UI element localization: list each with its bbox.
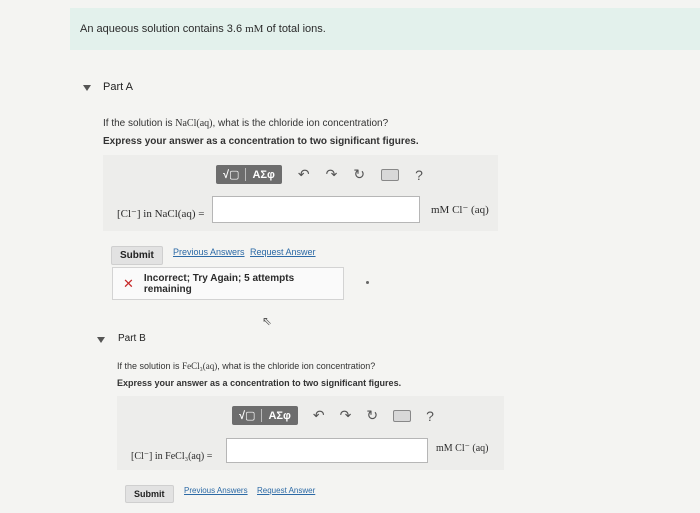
mouse-cursor-icon: ⇖ <box>262 314 273 328</box>
part-a-question-suffix: , what is the chloride ion concentration… <box>212 118 389 129</box>
keyboard-icon[interactable] <box>381 168 400 181</box>
part-b-answer-input[interactable] <box>226 438 428 463</box>
part-a-templates-button[interactable]: √▢ ΑΣφ <box>216 165 282 184</box>
undo-icon[interactable]: ↶ <box>298 166 310 183</box>
part-b-math-toolbar: √▢ ΑΣφ ↶ ↷ ↻ ? <box>232 406 434 425</box>
greek-symbols-icon: ΑΣφ <box>268 409 291 422</box>
part-a-instruction: Express your answer as a concentration t… <box>103 136 419 147</box>
redo-icon[interactable]: ↷ <box>326 166 338 183</box>
undo-icon[interactable]: ↶ <box>313 407 325 424</box>
part-a-answer-input[interactable] <box>212 196 420 223</box>
part-b-equation-label: [Cl⁻] in FeCl₃(aq) = <box>131 451 213 462</box>
part-b-instruction: Express your answer as a concentration t… <box>117 378 402 388</box>
part-b-units: mM Cl⁻ (aq) <box>436 443 489 454</box>
toolbar-separator <box>245 168 247 181</box>
keyboard-icon[interactable] <box>393 409 412 422</box>
problem-statement: An aqueous solution contains 3.6 mM of t… <box>70 8 700 50</box>
part-a-math-toolbar: √▢ ΑΣφ ↶ ↷ ↻ ? <box>216 165 423 184</box>
help-icon[interactable]: ? <box>415 167 423 183</box>
root-template-icon: √▢ <box>223 169 240 181</box>
problem-text-suffix: of total ions. <box>266 23 326 35</box>
part-a-question-prefix: If the solution is <box>103 118 173 129</box>
reset-icon[interactable]: ↻ <box>366 407 378 424</box>
reset-icon[interactable]: ↻ <box>353 166 365 183</box>
part-a-units: mM Cl⁻ (aq) <box>431 204 489 216</box>
part-b-compound: FeCl₃(aq) <box>182 361 218 371</box>
part-a-title: Part A <box>103 81 133 93</box>
part-b-question-suffix: , what is the chloride ion concentration… <box>217 361 376 371</box>
help-icon[interactable]: ? <box>426 408 434 424</box>
part-b-question-prefix: If the solution is <box>117 361 180 371</box>
part-a-compound: NaCl(aq) <box>175 118 213 129</box>
problem-unit: mM <box>245 23 264 35</box>
part-b-previous-answers-link[interactable]: Previous Answers <box>184 486 248 495</box>
part-a-feedback-text: Incorrect; Try Again; 5 attempts remaini… <box>143 272 295 295</box>
stray-dot <box>366 281 369 284</box>
problem-text-prefix: An aqueous solution contains 3.6 <box>80 23 243 35</box>
toolbar-separator <box>261 409 263 422</box>
part-b-collapse-icon[interactable] <box>97 337 105 343</box>
part-a-request-answer-link[interactable]: Request Answer <box>250 247 316 257</box>
part-a-question: If the solution is NaCl(aq), what is the… <box>103 118 388 129</box>
redo-icon[interactable]: ↷ <box>340 407 352 424</box>
part-a-equation-label: [Cl⁻] in NaCl(aq) = <box>117 208 205 220</box>
part-a-collapse-icon[interactable] <box>83 85 91 91</box>
part-b-request-answer-link[interactable]: Request Answer <box>257 486 315 495</box>
root-template-icon: √▢ <box>239 410 256 422</box>
part-b-title: Part B <box>118 333 146 344</box>
incorrect-x-icon: ✕ <box>123 275 134 291</box>
part-a-submit-button[interactable]: Submit <box>111 246 163 265</box>
part-b-question: If the solution is FeCl₃(aq), what is th… <box>117 361 375 371</box>
greek-symbols-icon: ΑΣφ <box>252 168 275 181</box>
part-b-templates-button[interactable]: √▢ ΑΣφ <box>232 406 298 425</box>
part-a-feedback: ✕ Incorrect; Try Again; 5 attempts remai… <box>112 267 344 300</box>
part-b-submit-button[interactable]: Submit <box>125 485 174 503</box>
part-a-previous-answers-link[interactable]: Previous Answers <box>173 247 245 257</box>
